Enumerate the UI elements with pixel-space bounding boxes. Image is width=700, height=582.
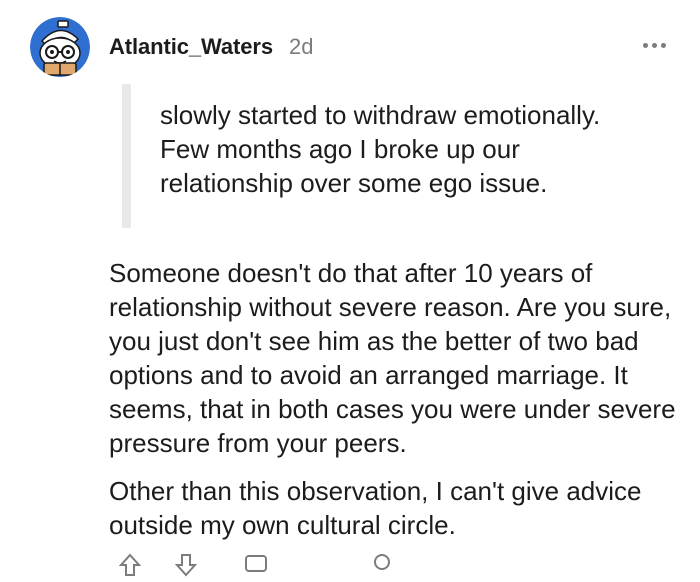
comment-actions bbox=[109, 552, 529, 582]
quote-line: slowly started to withdraw emotionally. bbox=[160, 100, 601, 130]
user-avatar[interactable] bbox=[30, 17, 90, 77]
award-icon[interactable] bbox=[369, 552, 395, 578]
username[interactable]: Atlantic_Waters bbox=[109, 34, 273, 60]
reply-icon[interactable] bbox=[243, 552, 269, 578]
more-options-icon bbox=[642, 42, 648, 48]
comment-paragraph: Someone doesn't do that after 10 years o… bbox=[109, 258, 676, 458]
snoo-avatar-icon bbox=[30, 17, 90, 77]
comment: Atlantic_Waters 2d slowly started to wit… bbox=[0, 0, 700, 577]
quote-line: relationship over some ego issue. bbox=[160, 168, 548, 198]
more-options-icon bbox=[660, 42, 666, 48]
quoted-text: slowly started to withdraw emotionally. … bbox=[160, 98, 680, 200]
upvote-icon[interactable] bbox=[117, 552, 143, 578]
quote-line: Few months ago I broke up our bbox=[160, 134, 520, 164]
timestamp: 2d bbox=[289, 34, 314, 59]
comment-body: Someone doesn't do that after 10 years o… bbox=[109, 256, 689, 556]
more-options-button[interactable] bbox=[636, 30, 672, 60]
quote-bar bbox=[122, 84, 131, 228]
comment-paragraph: Other than this observation, I can't giv… bbox=[109, 476, 642, 540]
downvote-icon[interactable] bbox=[173, 552, 199, 578]
more-options-icon bbox=[651, 42, 657, 48]
